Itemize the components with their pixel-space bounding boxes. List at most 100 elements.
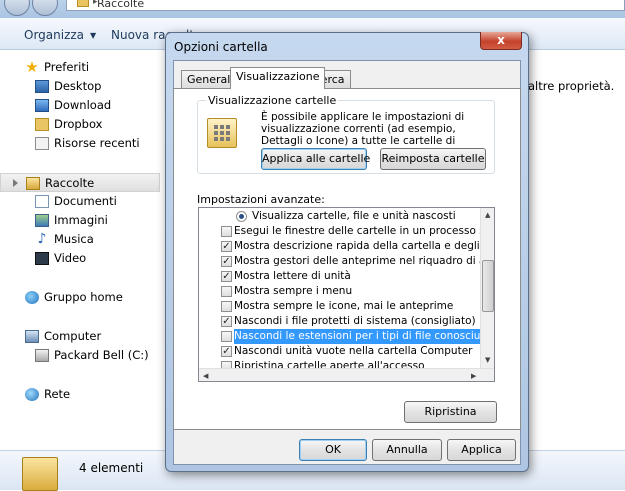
checkbox-checked[interactable]: ✓	[221, 271, 232, 282]
scroll-right-arrow-icon[interactable]: ▶	[471, 371, 476, 381]
checkbox[interactable]	[221, 226, 232, 237]
desktop-icon	[35, 80, 49, 93]
address-bar[interactable]: ▸ Raccolte	[66, 0, 625, 11]
folder-views-icon	[207, 118, 237, 148]
nav-item-music[interactable]: ♪ Musica	[0, 230, 160, 249]
list-item-label: Mostra sempre i menu	[234, 285, 353, 297]
ok-button[interactable]: OK	[299, 439, 367, 461]
list-item-label: Mostra gestori delle anteprime nel riqua…	[234, 255, 481, 267]
list-item[interactable]: Esegui le finestre delle cartelle in un …	[199, 224, 481, 239]
nav-label: Risorse recenti	[54, 136, 140, 150]
folder-icon	[35, 118, 49, 131]
list-item[interactable]: ✓ Mostra gestori delle anteprime nel riq…	[199, 254, 481, 269]
nav-item-computer[interactable]: Computer	[0, 327, 160, 346]
back-button[interactable]	[4, 0, 30, 16]
list-item[interactable]: ✓ Mostra lettere di unità	[199, 269, 481, 284]
nav-label: Packard Bell (C:)	[54, 348, 149, 362]
checkbox-checked[interactable]: ✓	[221, 256, 232, 267]
list-item-label: Visualizza cartelle, file e unità nascos…	[252, 210, 456, 222]
apply-button[interactable]: Applica	[447, 439, 516, 461]
forward-button[interactable]	[32, 0, 58, 16]
nav-item-network[interactable]: Rete	[0, 385, 160, 404]
nav-label: Preferiti	[44, 60, 90, 74]
nav-label: Dropbox	[54, 117, 103, 131]
nav-label: Raccolte	[45, 176, 95, 190]
list-item-label: Nascondi i file protetti di sistema (con…	[234, 315, 476, 327]
organize-label: Organizza	[24, 28, 85, 42]
reset-folders-button[interactable]: Reimposta cartelle	[380, 148, 486, 170]
network-icon	[25, 388, 39, 401]
cancel-button[interactable]: Annulla	[372, 439, 442, 461]
scroll-down-arrow-icon[interactable]: ▼	[485, 355, 490, 365]
nav-item-homegroup[interactable]: Gruppo home	[0, 288, 160, 307]
recent-places-icon	[35, 137, 49, 150]
star-icon: ★	[25, 58, 39, 76]
advanced-settings-list[interactable]: Visualizza cartelle, file e unità nascos…	[198, 207, 495, 382]
download-icon	[35, 99, 49, 112]
horizontal-scrollbar[interactable]: ◀ ▶	[199, 368, 494, 381]
nav-item-download[interactable]: Download	[0, 96, 160, 115]
close-button[interactable]: x	[480, 32, 522, 50]
tab-view[interactable]: Visualizzazione	[230, 67, 326, 89]
checkbox[interactable]	[221, 286, 232, 297]
nav-label: Video	[54, 251, 87, 265]
close-icon: x	[497, 33, 505, 47]
list-item-label: Esegui le finestre delle cartelle in un …	[234, 225, 481, 237]
nav-label: Immagini	[54, 213, 108, 227]
list-item[interactable]: Mostra sempre le icone, mai le anteprime	[199, 299, 481, 314]
button-label: Reimposta cartelle	[381, 152, 485, 165]
content-info-text: altre proprietà.	[528, 79, 615, 93]
apply-to-folders-button[interactable]: Applica alle cartelle	[261, 148, 370, 170]
nav-item-drive-c[interactable]: Packard Bell (C:)	[0, 346, 160, 365]
nav-item-dropbox[interactable]: Dropbox	[0, 115, 160, 134]
computer-icon	[25, 330, 39, 343]
nav-item-video[interactable]: Video	[0, 249, 160, 268]
list-item-label: Mostra lettere di unità	[234, 270, 351, 282]
nav-item-favorites[interactable]: ★ Preferiti	[0, 58, 160, 77]
music-note-icon: ♪	[37, 231, 47, 247]
nav-label: Rete	[44, 387, 71, 401]
list-item[interactable]: Mostra sempre i menu	[199, 284, 481, 299]
list-item[interactable]: ✓ Nascondi i file protetti di sistema (c…	[199, 314, 481, 329]
expand-arrow-icon[interactable]	[13, 179, 18, 187]
item-count: 4 elementi	[79, 461, 144, 475]
scrollbar-thumb[interactable]	[482, 260, 494, 312]
nav-item-images[interactable]: Immagini	[0, 211, 160, 230]
advanced-settings-label: Impostazioni avanzate:	[197, 193, 325, 206]
checkbox-checked[interactable]: ✓	[221, 241, 232, 252]
list-item[interactable]: ✓ Mostra descrizione rapida della cartel…	[199, 239, 481, 254]
libraries-icon	[26, 177, 40, 190]
list-item[interactable]: ✓ Nascondi unità vuote nella cartella Co…	[199, 344, 481, 359]
nav-label: Desktop	[54, 79, 102, 93]
nav-label: Download	[54, 98, 112, 112]
organize-button[interactable]: Organizza ▼	[24, 28, 96, 42]
breadcrumb-chevron-icon[interactable]: ▸	[93, 0, 98, 8]
checkbox[interactable]	[221, 301, 232, 312]
checkbox-checked[interactable]: ✓	[221, 316, 232, 327]
checkbox[interactable]	[221, 331, 232, 342]
nav-item-recent[interactable]: Risorse recenti	[0, 134, 160, 153]
tab-label: Visualizzazione	[236, 70, 320, 83]
folder-icon	[77, 0, 89, 7]
restore-defaults-button[interactable]: Ripristina	[404, 401, 497, 423]
scroll-left-arrow-icon[interactable]: ◀	[203, 371, 208, 381]
button-label: Ripristina	[424, 405, 477, 418]
nav-item-libraries[interactable]: Raccolte	[0, 173, 160, 192]
chevron-down-icon: ▼	[90, 31, 97, 40]
breadcrumb-libraries[interactable]: Raccolte	[97, 0, 144, 10]
nav-item-desktop[interactable]: Desktop	[0, 77, 160, 96]
list-item-selected[interactable]: Nascondi le estensioni per i tipi di fil…	[199, 329, 481, 344]
list-item-label: Nascondi le estensioni per i tipi di fil…	[234, 329, 481, 344]
scroll-up-arrow-icon[interactable]: ▲	[485, 210, 490, 220]
folder-views-legend: Visualizzazione cartelle	[206, 94, 339, 107]
list-item-label: Mostra sempre le icone, mai le anteprime	[234, 300, 454, 312]
nav-label: Musica	[54, 232, 94, 246]
nav-item-documents[interactable]: Documenti	[0, 192, 160, 211]
nav-label: Documenti	[54, 194, 117, 208]
radio-button[interactable]	[236, 211, 247, 222]
vertical-scrollbar[interactable]: ▲ ▼	[480, 208, 494, 368]
video-icon	[35, 252, 49, 265]
list-item[interactable]: Visualizza cartelle, file e unità nascos…	[199, 209, 481, 224]
homegroup-icon	[25, 291, 39, 304]
checkbox-checked[interactable]: ✓	[221, 346, 232, 357]
